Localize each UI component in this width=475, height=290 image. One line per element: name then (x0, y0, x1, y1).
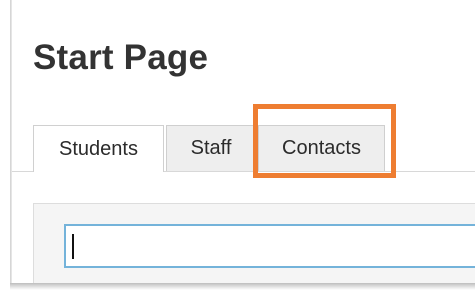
left-edge-shadow (10, 0, 12, 290)
tab-students-label: Students (59, 137, 138, 160)
search-input[interactable] (64, 224, 475, 268)
tab-contacts-label: Contacts (282, 137, 361, 159)
tab-students[interactable]: Students (33, 125, 164, 172)
screenshot-frame: Start Page Students Staff Contacts (0, 0, 475, 290)
page-title: Start Page (33, 38, 209, 77)
bottom-edge-shadow (10, 283, 475, 290)
tab-staff[interactable]: Staff (166, 125, 256, 171)
tab-contacts[interactable]: Contacts (258, 125, 385, 171)
tab-staff-label: Staff (190, 137, 232, 159)
text-caret (72, 234, 74, 259)
